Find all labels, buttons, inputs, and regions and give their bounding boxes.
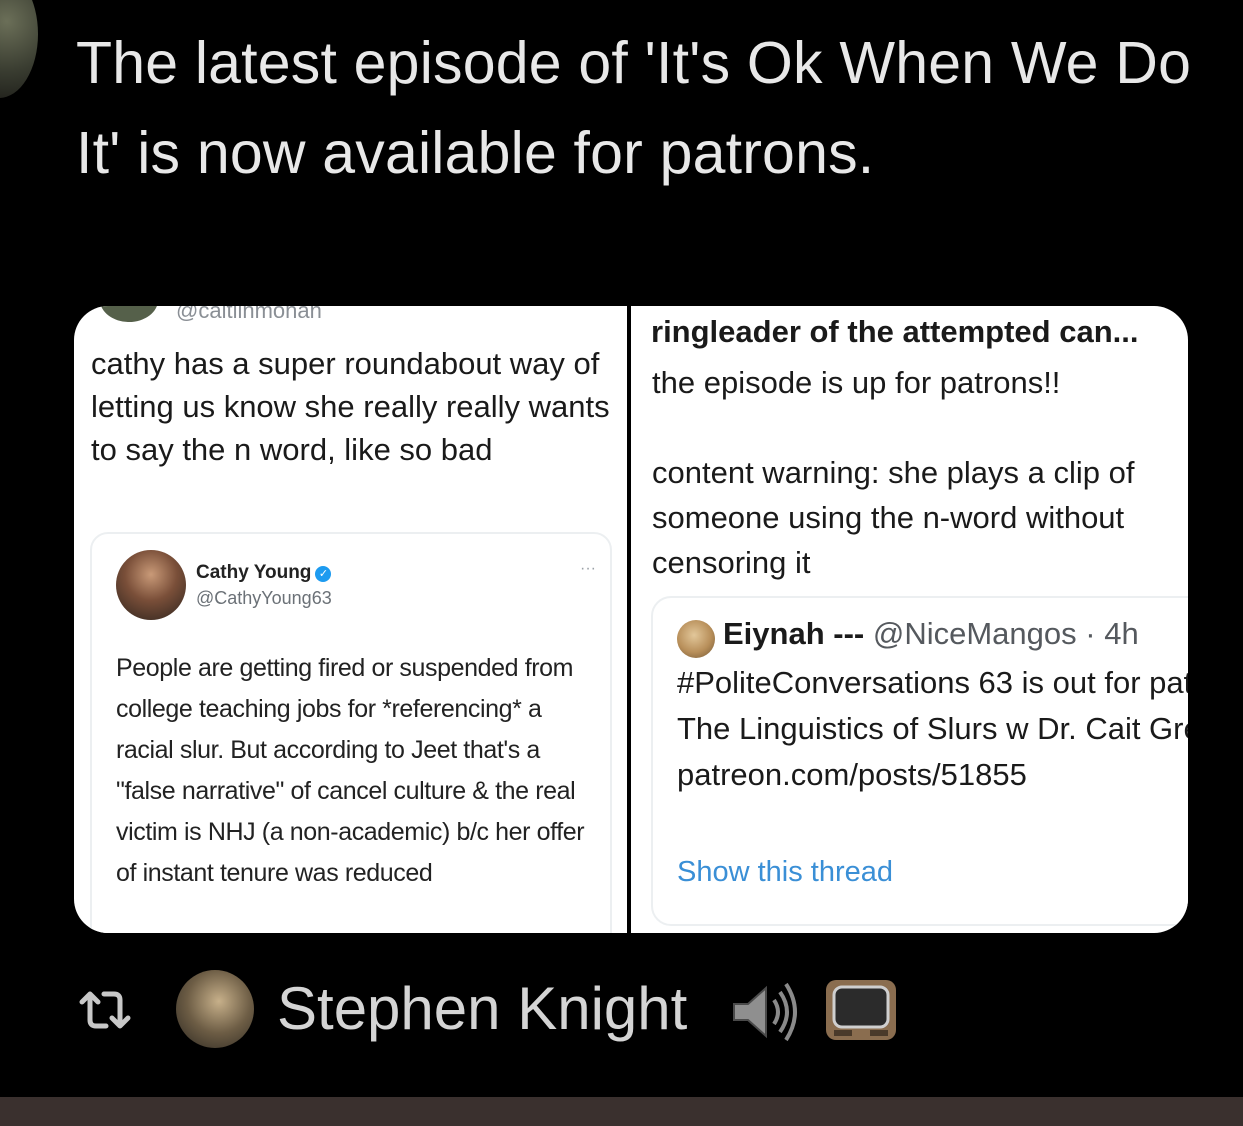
speaker-icon: [733, 982, 797, 1042]
quoted-name-right: Eiynah ---: [723, 616, 865, 651]
user-handle: @caitlinmohan: [176, 306, 322, 323]
media-card[interactable]: @caitlinmohan cathy has a super roundabo…: [74, 306, 1188, 933]
quoted-avatar: [116, 550, 186, 620]
quoted-time-right: · 4h: [1085, 616, 1139, 651]
quoted-header-right: Eiynah --- @NiceMangos · 4h: [723, 616, 1139, 652]
quoted-name-row: Cathy Young ✓: [196, 562, 332, 584]
quoted-avatar-right: [677, 620, 715, 658]
tweet-text: The latest episode of 'It's Ok When We D…: [76, 30, 1192, 186]
author-avatar[interactable]: [0, 0, 38, 98]
quoted-name: Cathy Young: [196, 562, 312, 583]
more-options-icon: ···: [580, 560, 596, 577]
bottom-bar: [0, 1097, 1243, 1126]
quoted-handle-right: @NiceMangos: [872, 616, 1077, 651]
quoted-tweet[interactable]: Cathy Young ✓ @CathyYoung63 ··· People ar…: [90, 532, 612, 933]
retweeter-avatar[interactable]: [176, 970, 254, 1048]
verified-badge-icon: ✓: [315, 566, 332, 582]
media-image-right[interactable]: ringleader of the attempted can... the e…: [631, 306, 1188, 933]
quoted-handle: @CathyYoung63: [196, 588, 332, 608]
quoted-text: People are getting fired or suspended fr…: [116, 654, 585, 887]
user-avatar: [100, 306, 158, 322]
reply-header: ringleader of the attempted can...: [651, 314, 1139, 349]
quoted-text-right: #PoliteConversations 63 is out for patro…: [677, 665, 1188, 792]
retweeter-name[interactable]: Stephen Knight: [277, 974, 687, 1043]
reply-text: cathy has a super roundabout way of lett…: [91, 346, 610, 467]
retweet-row: Stephen Knight: [76, 970, 1176, 1050]
retweet-icon[interactable]: [76, 988, 134, 1032]
tv-icon: [826, 980, 896, 1040]
media-image-left[interactable]: @caitlinmohan cathy has a super roundabo…: [74, 306, 627, 933]
show-thread-link[interactable]: Show this thread: [677, 856, 893, 889]
screen: The latest episode of 'It's Ok When We D…: [0, 0, 1243, 1126]
reply-text-right: the episode is up for patrons!! content …: [652, 365, 1135, 580]
